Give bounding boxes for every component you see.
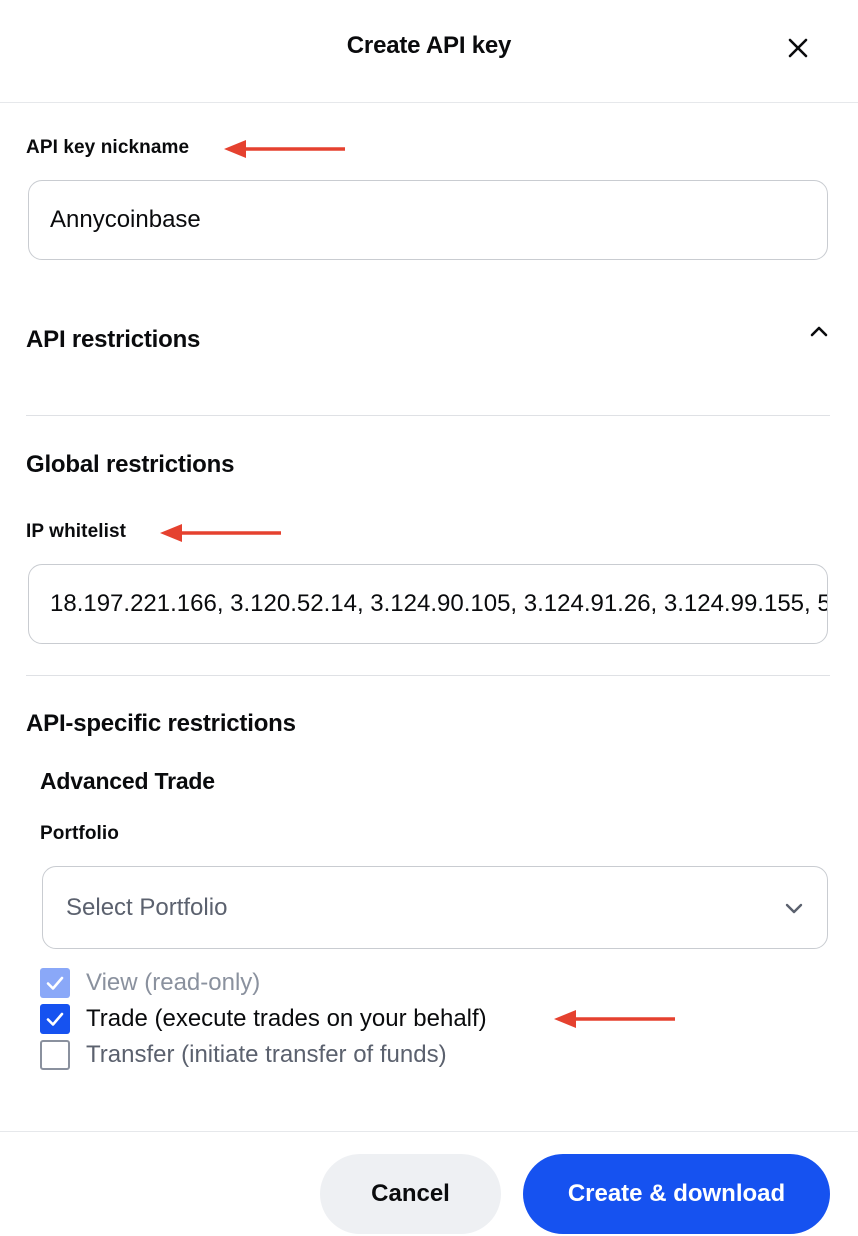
permission-trade-row[interactable]: Trade (execute trades on your behalf) [40, 1004, 487, 1034]
trade-checkbox[interactable] [40, 1004, 70, 1034]
nickname-input-value: Annycoinbase [50, 206, 201, 233]
portfolio-select[interactable]: Select Portfolio [42, 866, 828, 949]
cancel-button[interactable]: Cancel [320, 1154, 501, 1234]
section-divider [26, 675, 830, 676]
checkmark-icon [46, 976, 64, 990]
permission-view-row: View (read-only) [40, 968, 260, 998]
annotation-arrow [224, 140, 345, 158]
view-checkbox [40, 968, 70, 998]
global-restrictions-title: Global restrictions [26, 451, 235, 478]
api-specific-restrictions-title: API-specific restrictions [26, 710, 296, 737]
transfer-checkbox[interactable] [40, 1040, 70, 1070]
nickname-input[interactable]: Annycoinbase [28, 180, 828, 260]
ip-whitelist-input-value: 18.197.221.166, 3.120.52.14, 3.124.90.10… [50, 590, 827, 617]
ip-whitelist-label: IP whitelist [26, 521, 127, 542]
close-button[interactable] [780, 30, 816, 66]
view-checkbox-label: View (read-only) [86, 969, 261, 996]
modal-title: Create API key [346, 32, 512, 59]
chevron-up-icon[interactable] [806, 320, 832, 342]
checkmark-icon [46, 1012, 64, 1026]
portfolio-label: Portfolio [40, 823, 119, 844]
advanced-trade-title: Advanced Trade [40, 768, 215, 794]
permission-transfer-row[interactable]: Transfer (initiate transfer of funds) [40, 1040, 447, 1070]
section-divider [26, 415, 830, 416]
modal-footer: Cancel Create & download [0, 1131, 858, 1236]
trade-checkbox-label: Trade (execute trades on your behalf) [86, 1005, 487, 1032]
ip-whitelist-input[interactable]: 18.197.221.166, 3.120.52.14, 3.124.90.10… [28, 564, 828, 644]
create-download-button[interactable]: Create & download [523, 1154, 830, 1234]
portfolio-select-placeholder: Select Portfolio [66, 893, 228, 921]
close-icon [788, 38, 808, 58]
annotation-arrow [554, 1010, 675, 1028]
annotation-arrow [160, 524, 281, 542]
modal-header: Create API key [0, 0, 858, 103]
chevron-down-icon [785, 903, 803, 914]
transfer-checkbox-label: Transfer (initiate transfer of funds) [86, 1041, 447, 1068]
api-restrictions-title: API restrictions [26, 326, 201, 353]
nickname-label: API key nickname [26, 137, 190, 158]
